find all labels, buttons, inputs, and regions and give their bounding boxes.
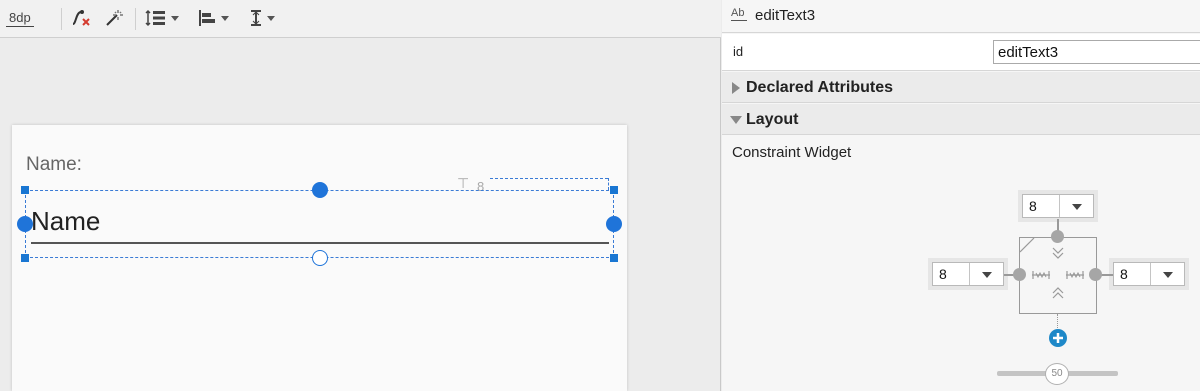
default-margin-button[interactable]: 8dp: [6, 7, 34, 29]
resize-handle-top-left[interactable]: [21, 186, 29, 194]
left-margin-value: 8: [939, 266, 947, 282]
top-margin-value: 8: [1029, 198, 1037, 214]
top-constraint-dot[interactable]: [1051, 230, 1064, 243]
chevron-down-icon: [221, 15, 229, 21]
edittext-underline: [31, 242, 609, 244]
edittext-text[interactable]: Name: [31, 206, 100, 237]
id-field[interactable]: [993, 40, 1200, 64]
right-margin-dropdown[interactable]: 8: [1113, 262, 1185, 286]
clear-constraints-icon: [72, 10, 90, 26]
widget-preview-box: [1019, 237, 1097, 314]
toolbar-divider: [135, 8, 136, 30]
constraint-widget-label: Constraint Widget: [732, 144, 852, 161]
infer-constraints-button[interactable]: [103, 7, 125, 29]
clear-constraints-button[interactable]: [70, 7, 92, 29]
design-toolbar: 8dp: [0, 0, 721, 38]
chevron-down-icon: [267, 15, 275, 21]
chevron-down-icon: [1163, 272, 1173, 278]
chevron-down-icon: [171, 15, 179, 21]
chevron-down-icon: [730, 116, 742, 124]
dropdown-divider: [1150, 263, 1151, 285]
guideline-icon: [251, 10, 261, 26]
top-margin-dropdown[interactable]: 8: [1022, 194, 1094, 218]
properties-header: Ab editText3: [722, 0, 1200, 33]
right-constraint-dot[interactable]: [1089, 268, 1102, 281]
resize-handle-top-right[interactable]: [610, 186, 618, 194]
resize-handle-bottom-right[interactable]: [610, 254, 618, 262]
right-anchor[interactable]: [606, 216, 622, 232]
guidelines-button[interactable]: [248, 7, 275, 29]
component-title: editText3: [755, 7, 816, 24]
edittext-widget-icon: Ab: [731, 7, 745, 19]
default-margin-label: 8dp: [6, 10, 34, 27]
declared-attributes-section[interactable]: Declared Attributes: [722, 72, 1200, 103]
right-margin-value: 8: [1120, 266, 1128, 282]
chevron-down-icon: [982, 272, 992, 278]
widget-preview-graphics: [1020, 238, 1084, 299]
top-anchor[interactable]: [312, 182, 328, 198]
resize-handle-bottom-left[interactable]: [21, 254, 29, 262]
bias-slider-knob[interactable]: 50: [1045, 363, 1069, 385]
id-attribute-row: id: [722, 34, 1200, 71]
add-constraint-icon[interactable]: [1048, 328, 1068, 348]
left-margin-dropdown[interactable]: 8: [932, 262, 1004, 286]
dropdown-divider: [969, 263, 970, 285]
edittext-widget-icon-underline: [731, 20, 747, 21]
dropdown-divider: [1059, 195, 1060, 217]
name-label-textview[interactable]: Name:: [26, 154, 82, 176]
left-constraint-dot[interactable]: [1013, 268, 1026, 281]
pack-icon: [145, 9, 165, 27]
bottom-connector: [1057, 314, 1058, 328]
toolbar-divider: [61, 8, 62, 30]
layout-section[interactable]: Layout: [722, 104, 1200, 135]
android-studio-layout-editor: 8dp Name: ⊤ 8 Name Ab editText3 id editT…: [0, 0, 1200, 391]
design-pane: 8dp Name: ⊤ 8 Name: [0, 0, 721, 391]
chevron-right-icon: [732, 82, 740, 94]
id-label: id: [733, 44, 744, 59]
device-canvas: Name: ⊤ 8 Name: [12, 125, 627, 391]
left-anchor[interactable]: [17, 216, 33, 232]
edittext-selected[interactable]: Name: [17, 182, 622, 266]
bottom-anchor[interactable]: [312, 250, 328, 266]
pack-button[interactable]: [144, 7, 179, 29]
infer-constraints-icon: [106, 10, 123, 26]
declared-attributes-title: Declared Attributes: [746, 79, 893, 96]
layout-section-title: Layout: [746, 111, 799, 128]
align-icon: [199, 10, 215, 26]
top-margin-guide: [490, 178, 608, 179]
top-margin-guide: [608, 178, 609, 190]
properties-pane: Ab editText3 id Declared Attributes Layo…: [722, 0, 1200, 391]
align-button[interactable]: [196, 7, 229, 29]
chevron-down-icon: [1072, 204, 1082, 210]
